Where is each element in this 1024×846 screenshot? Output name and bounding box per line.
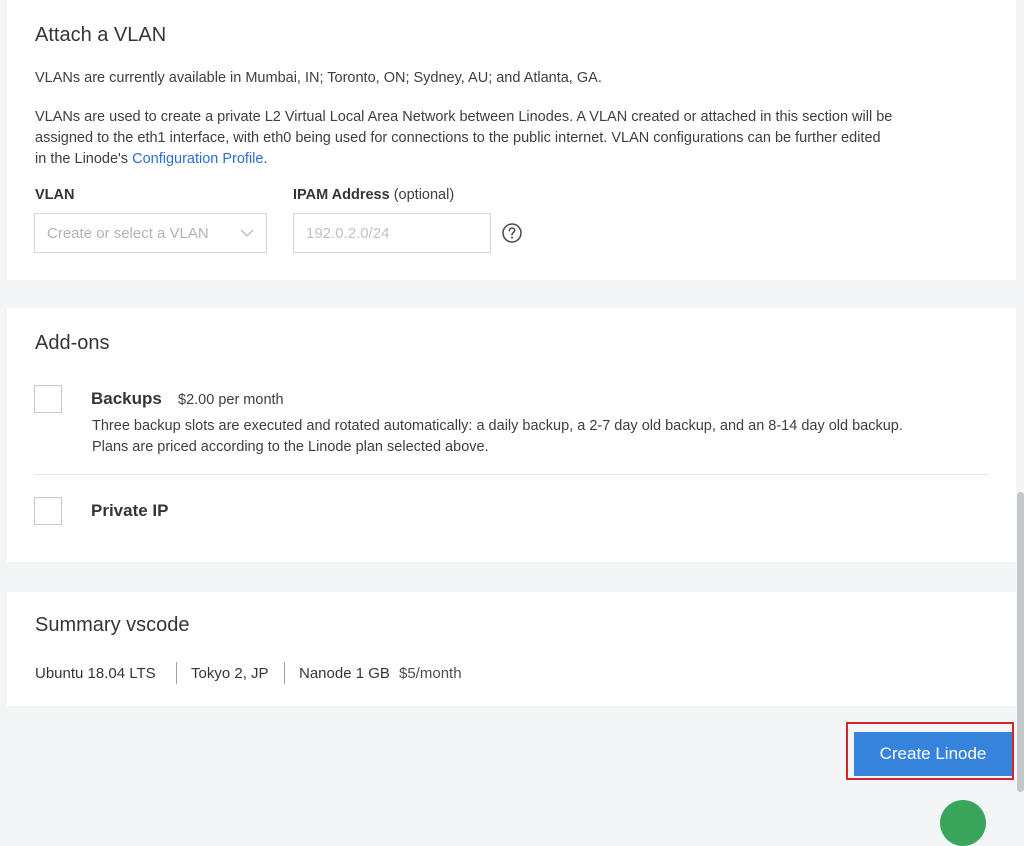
help-circle-icon[interactable] [501, 222, 523, 244]
summary-region: Tokyo 2, JP [191, 665, 269, 682]
addons-section-title: Add-ons [35, 332, 110, 354]
configuration-profile-link[interactable]: Configuration Profile [132, 151, 263, 167]
page-scrollbar[interactable] [1017, 492, 1024, 792]
chevron-down-icon [240, 228, 254, 237]
ipam-field-label: IPAM Address (optional) [293, 187, 454, 203]
ipam-optional-text: (optional) [389, 187, 455, 203]
backups-price: $2.00 per month [178, 392, 284, 408]
avatar[interactable] [940, 800, 986, 846]
ipam-address-field[interactable] [293, 213, 491, 253]
private-ip-checkbox[interactable] [34, 497, 62, 525]
vlan-select[interactable]: Create or select a VLAN [34, 213, 267, 253]
vlan-section-title: Attach a VLAN [35, 24, 167, 46]
summary-panel: Summary vscode Ubuntu 18.04 LTS Tokyo 2,… [7, 592, 1016, 706]
ipam-label-text: IPAM Address [293, 187, 390, 203]
addons-panel: Add-ons Backups $2.00 per month Three ba… [7, 308, 1016, 562]
summary-separator [176, 662, 177, 684]
summary-plan: Nanode 1 GB [299, 665, 390, 682]
attach-vlan-panel: Attach a VLAN VLANs are currently availa… [7, 0, 1016, 280]
vlan-description-line-3: in the Linode's Configuration Profile. [35, 149, 1005, 170]
summary-image: Ubuntu 18.04 LTS [35, 665, 156, 682]
vlan-description-line-2: assigned to the eth1 interface, with eth… [35, 130, 881, 146]
backups-description-line-1: Three backup slots are executed and rota… [92, 418, 903, 434]
summary-separator [284, 662, 285, 684]
private-ip-label: Private IP [91, 501, 169, 520]
vlan-field-label: VLAN [35, 187, 75, 203]
summary-price: $5/month [399, 665, 462, 682]
vlan-availability-text: VLANs are currently available in Mumbai,… [35, 70, 602, 86]
addons-divider [34, 474, 988, 475]
backups-checkbox[interactable] [34, 385, 62, 413]
create-linode-button[interactable]: Create Linode [854, 732, 1012, 776]
ipam-address-input[interactable] [306, 224, 478, 242]
backups-description-line-2: Plans are priced according to the Linode… [92, 439, 489, 455]
vlan-description-suffix: . [263, 151, 268, 167]
vlan-description-line-1: VLANs are used to create a private L2 Vi… [35, 109, 893, 125]
vlan-select-placeholder: Create or select a VLAN [47, 224, 209, 242]
backups-description: Three backup slots are executed and rota… [92, 416, 903, 458]
vlan-description: VLANs are used to create a private L2 Vi… [35, 107, 1005, 170]
backups-label: Backups [91, 389, 162, 408]
summary-title: Summary vscode [35, 614, 190, 636]
vlan-description-prefix: in the Linode's [35, 151, 133, 167]
